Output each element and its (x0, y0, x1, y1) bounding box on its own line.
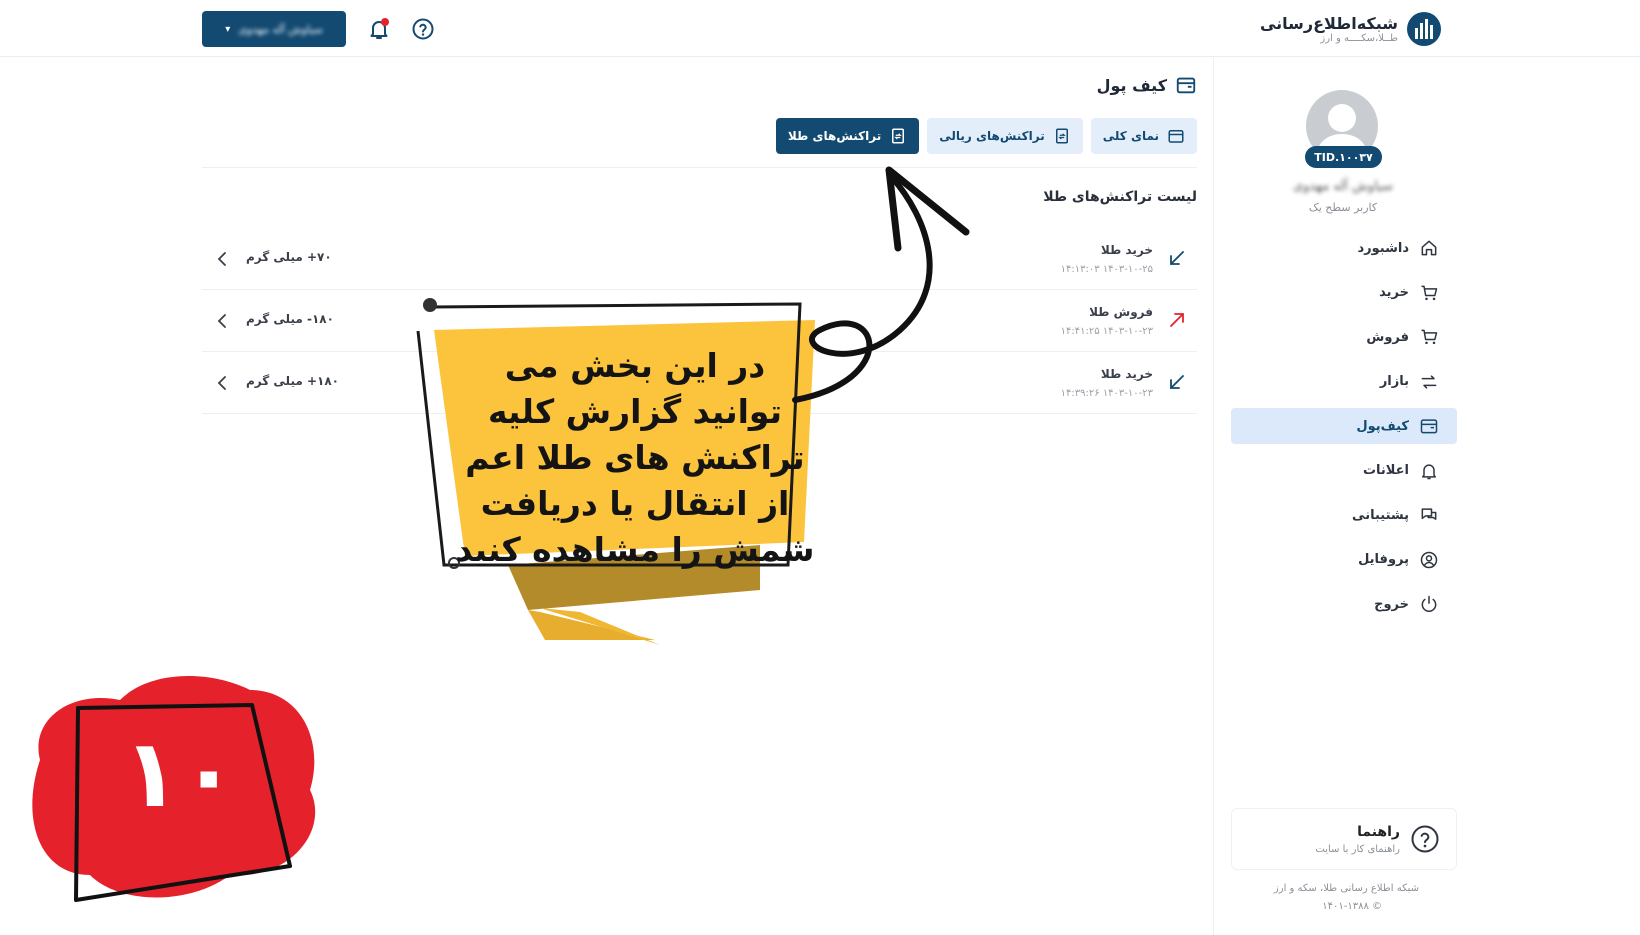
sidebar-item-label: اعلانات (1362, 463, 1409, 478)
exchange-icon (1421, 374, 1437, 389)
help-card[interactable]: راهنما راهنمای کار با سایت (1231, 808, 1457, 870)
brand-title: شبکه‌اطلاع‌رسانی (1259, 14, 1398, 33)
cart-icon (1421, 285, 1438, 300)
transaction-date: ۱۴۰۳-۱۰-۲۳ ۱۴:۳۹:۲۶ (1060, 388, 1153, 399)
sidebar-item-buy[interactable]: خرید (1231, 275, 1457, 311)
arrow-up-right-icon (1170, 313, 1184, 327)
sidebar-item-label: بازار (1379, 374, 1409, 389)
sidebar-item-label: فروش (1366, 329, 1409, 345)
transaction-title: خرید طلا (1100, 243, 1153, 257)
user-menu-button[interactable]: سیاوش آله مهدوی ▾ (202, 11, 346, 47)
chevron-left-icon[interactable] (214, 250, 230, 268)
receipt-icon (892, 128, 905, 144)
power-icon (1421, 595, 1437, 613)
sidebar-item-sell[interactable]: فروش (1231, 319, 1457, 355)
footer-text: شبکه اطلاع رسانی طلا، سکه و ارز (1273, 883, 1419, 894)
sidebar-item-label: داشبورد (1357, 240, 1409, 256)
help-subtitle: راهنمای کار با سایت (1315, 843, 1400, 855)
callout-text: در این بخش می توانید گزارش کلیه تراکنش ه… (455, 346, 815, 569)
page-title: کیف پول (1097, 74, 1197, 96)
bell-icon (1422, 463, 1436, 479)
chevron-left-icon[interactable] (214, 374, 230, 392)
receipt-icon (1055, 128, 1068, 144)
tab-overview[interactable]: نمای کلی (1090, 118, 1197, 154)
brand[interactable]: شبکه‌اطلاع‌رسانی طــلا،سکــــه و ارز (1260, 8, 1442, 50)
sidebar-item-market[interactable]: بازار (1231, 364, 1457, 400)
transaction-amount: ۱۸۰- میلی گرم (246, 312, 334, 326)
sidebar-item-label: خرید (1379, 285, 1409, 300)
page: شبکه‌اطلاع‌رسانی طــلا،سکــــه و ارز سیا… (0, 0, 1640, 935)
transaction-date: ۱۴۰۳-۱۰-۲۳ ۱۴:۴۱:۲۵ (1060, 326, 1153, 337)
sidebar-user-name: سیاوش آله مهدوی (1293, 179, 1393, 194)
sidebar-item-label: پشتیبانی (1352, 507, 1409, 523)
tab-rial-transactions[interactable]: تراکنش‌های ریالی (927, 118, 1083, 154)
sidebar-item-support[interactable]: پشتیبانی (1231, 497, 1457, 533)
question-circle-icon (1411, 825, 1439, 853)
home-icon (1421, 240, 1437, 256)
wallet-tabs: نمای کلی تراکنش‌های ریالی تراکنش‌های طلا (775, 118, 1197, 154)
tab-gold-transactions[interactable]: تراکنش‌های طلا (775, 118, 920, 154)
chevron-left-icon[interactable] (214, 312, 230, 330)
sidebar-item-logout[interactable]: خروج (1231, 586, 1457, 622)
sidebar: TID.۱۰۰۳۷ سیاوش آله مهدوی کاربر سطح یک د… (1213, 58, 1640, 935)
sidebar-item-label: خروج (1374, 596, 1409, 612)
list-title: لیست تراکنش‌های طلا (1043, 189, 1197, 205)
wallet-icon (1176, 77, 1196, 94)
tab-label: نمای کلی (1102, 129, 1159, 143)
tab-label: تراکنش‌های ریالی (939, 129, 1045, 143)
top-header: شبکه‌اطلاع‌رسانی طــلا،سکــــه و ارز سیا… (0, 0, 1640, 57)
sidebar-item-profile[interactable]: پروفایل (1231, 542, 1457, 578)
transaction-title: فروش طلا (1089, 305, 1153, 319)
sidebar-item-label: کیف‌پول (1356, 418, 1409, 434)
transaction-title: خرید طلا (1100, 367, 1153, 381)
page-title-text: کیف پول (1096, 75, 1167, 95)
user-id-badge: TID.۱۰۰۳۷ (1305, 146, 1382, 168)
user-circle-icon (1420, 551, 1438, 568)
banner-ribbon-tail (540, 608, 660, 645)
sidebar-nav: داشبورد خرید فروش بازار کیف‌پول اعلانات (1231, 230, 1457, 631)
sidebar-item-wallet[interactable]: کیف‌پول (1231, 408, 1457, 444)
help-icon[interactable] (411, 17, 435, 41)
chevron-down-icon: ▾ (225, 23, 231, 35)
sidebar-item-dashboard[interactable]: داشبورد (1231, 230, 1457, 266)
notification-bell-icon[interactable] (367, 17, 391, 41)
help-title: راهنما (1357, 823, 1400, 840)
cart-icon (1421, 329, 1438, 345)
user-menu-name: سیاوش آله مهدوی (238, 22, 323, 36)
arrow-down-left-icon (1170, 251, 1184, 265)
transaction-date: ۱۴۰۳-۱۰-۲۵ ۱۴:۱۳:۰۳ (1060, 264, 1153, 275)
divider (202, 167, 1197, 168)
transaction-amount: ۱۸۰+ میلی گرم (246, 374, 339, 388)
tab-label: تراکنش‌های طلا (787, 129, 882, 143)
table-row[interactable]: خرید طلا ۱۴۰۳-۱۰-۲۵ ۱۴:۱۳:۰۳ ۷۰+ میلی گر… (202, 228, 1197, 290)
transaction-amount: ۷۰+ میلی گرم (246, 250, 332, 264)
arrow-down-left-icon (1170, 375, 1184, 389)
wallet-icon (1168, 130, 1184, 143)
sidebar-item-notifications[interactable]: اعلانات (1231, 453, 1457, 489)
banner-ribbon-tail (528, 610, 655, 640)
footer-copyright: © ۱۴۰۱-۱۳۸۸ (1322, 901, 1382, 912)
logo-icon (1407, 12, 1441, 46)
step-number: ۱۰ (122, 720, 238, 829)
chat-icon (1421, 508, 1437, 520)
brand-subtitle: طــلا،سکــــه و ارز (1320, 33, 1398, 44)
wallet-icon (1420, 419, 1438, 434)
sidebar-item-label: پروفایل (1358, 552, 1409, 567)
sidebar-user-level: کاربر سطح یک (1308, 201, 1378, 214)
